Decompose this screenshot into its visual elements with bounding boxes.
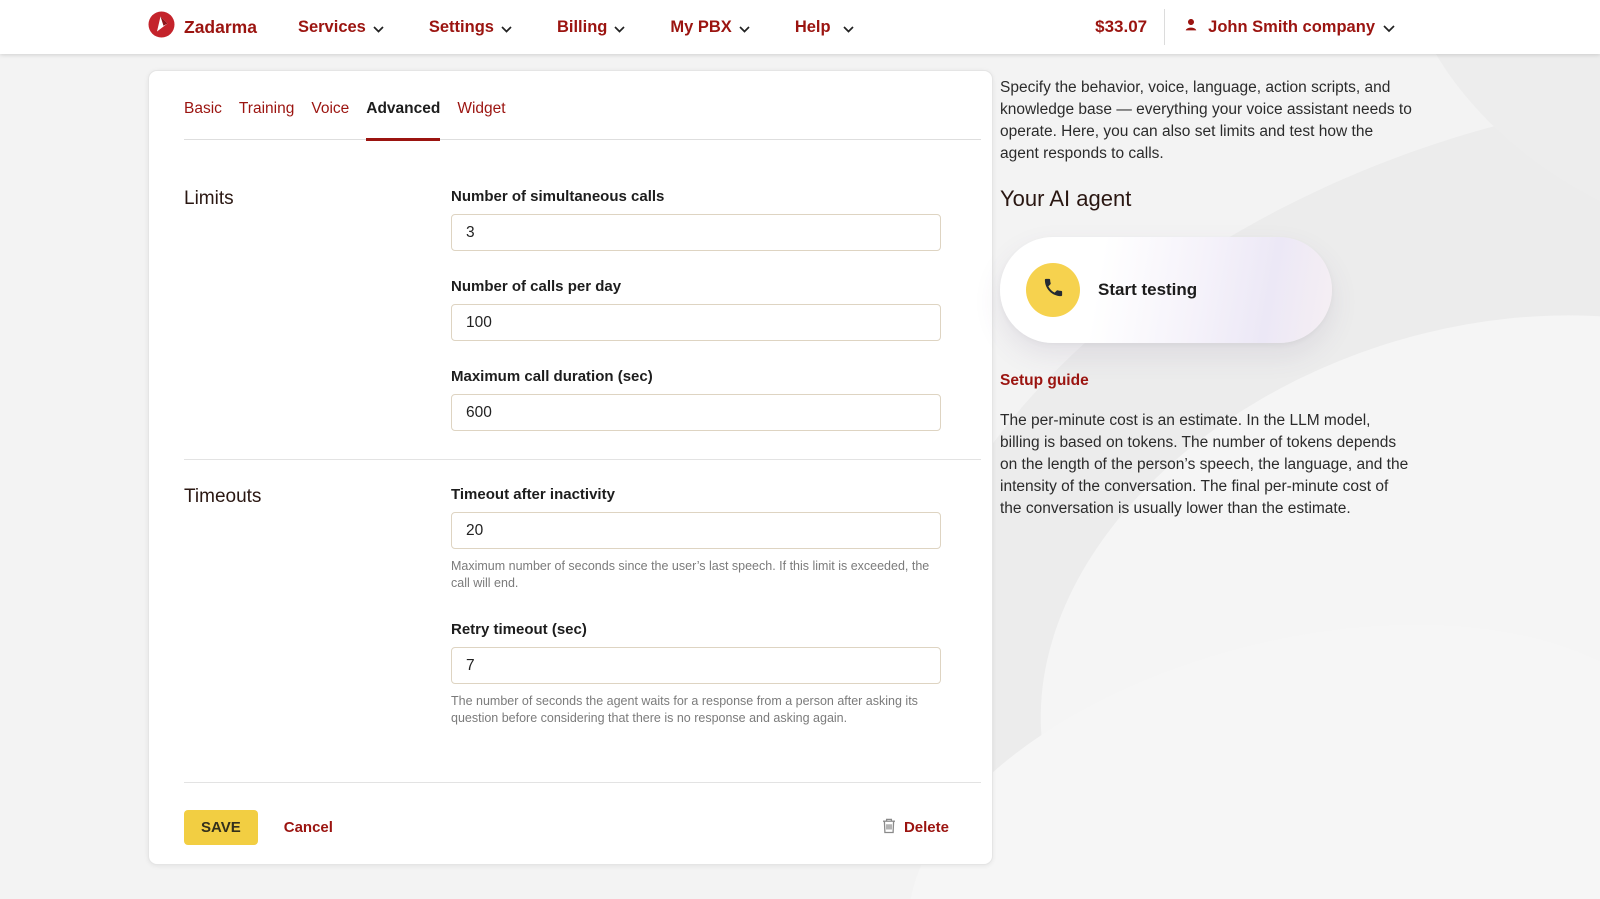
retry-timeout-input[interactable]: [451, 647, 941, 684]
field-retry-timeout: Retry timeout (sec) The number of second…: [451, 621, 941, 726]
calls-per-day-input[interactable]: [451, 304, 941, 341]
tab-training[interactable]: Training: [239, 100, 294, 139]
limits-fields: Number of simultaneous calls Number of c…: [451, 188, 941, 431]
nav-item-my-pbx[interactable]: My PBX: [670, 17, 750, 38]
chevron-down-icon: [614, 19, 625, 38]
field-helper-text: The number of seconds the agent waits fo…: [451, 694, 918, 725]
save-button[interactable]: SAVE: [184, 810, 258, 845]
info-sidebar: Specify the behavior, voice, language, a…: [1000, 77, 1412, 520]
nav-label: Billing: [556, 17, 608, 36]
field-calls-per-day: Number of calls per day: [451, 278, 941, 341]
header-divider: [1164, 9, 1166, 45]
tab-voice[interactable]: Voice: [311, 100, 349, 139]
field-label: Number of simultaneous calls: [451, 188, 665, 205]
tab-widget[interactable]: Widget: [457, 100, 505, 139]
user-menu[interactable]: John Smith company: [1182, 16, 1395, 39]
start-testing-label: Start testing: [1098, 280, 1198, 299]
field-label: Maximum call duration (sec): [451, 368, 653, 385]
nav-label: Services: [297, 17, 366, 36]
agent-settings-card: Basic Training Voice Advanced Widget Lim…: [148, 70, 993, 865]
start-testing-button[interactable]: Start testing: [1000, 237, 1332, 343]
cancel-button[interactable]: Cancel: [284, 819, 333, 836]
field-max-call-duration: Maximum call duration (sec): [451, 368, 941, 431]
header-right-group: $33.07 John Smith company: [1095, 9, 1395, 45]
section-title-limits: Limits: [184, 188, 234, 209]
person-icon: [1182, 16, 1200, 39]
limits-section: Limits Number of simultaneous calls Numb…: [184, 140, 981, 459]
chevron-down-icon: [739, 19, 750, 38]
simultaneous-calls-input[interactable]: [451, 214, 941, 251]
agent-tabs: Basic Training Voice Advanced Widget: [184, 71, 981, 141]
phone-circle: [1026, 263, 1080, 317]
delete-button[interactable]: Delete: [881, 817, 949, 838]
sidebar-heading: Your AI agent: [1000, 186, 1132, 211]
max-call-duration-input[interactable]: [451, 394, 941, 431]
inactivity-timeout-input[interactable]: [451, 512, 941, 549]
nav-label: Help: [794, 17, 831, 36]
user-name: John Smith company: [1208, 17, 1375, 36]
field-simultaneous-calls: Number of simultaneous calls: [451, 188, 941, 251]
timeouts-fields: Timeout after inactivity Maximum number …: [451, 486, 941, 726]
delete-label: Delete: [903, 819, 949, 836]
chevron-down-icon: [373, 19, 384, 38]
main-nav: Services Settings Billing My PBX Help: [298, 17, 854, 38]
phone-icon: [1042, 276, 1065, 304]
timeouts-section: Timeouts Timeout after inactivity Maximu…: [184, 460, 981, 782]
chevron-down-icon: [842, 19, 854, 38]
field-label: Timeout after inactivity: [451, 486, 615, 503]
trash-icon: [881, 817, 897, 838]
field-label: Number of calls per day: [451, 278, 622, 295]
nav-item-settings[interactable]: Settings: [429, 17, 512, 38]
nav-item-help[interactable]: Help: [795, 17, 854, 38]
tab-advanced[interactable]: Advanced: [366, 100, 441, 141]
section-title-timeouts: Timeouts: [184, 486, 262, 507]
nav-item-billing[interactable]: Billing: [557, 17, 625, 38]
tab-basic[interactable]: Basic: [184, 100, 222, 139]
field-inactivity-timeout: Timeout after inactivity Maximum number …: [451, 486, 941, 591]
nav-label: My PBX: [670, 17, 732, 36]
setup-guide-link[interactable]: Setup guide: [1000, 372, 1412, 390]
sidebar-intro-text: Specify the behavior, voice, language, a…: [1000, 79, 1412, 162]
cost-estimate-note: The per-minute cost is an estimate. In t…: [1000, 412, 1409, 517]
chevron-down-icon: [501, 19, 512, 38]
brand-name: Zadarma: [184, 16, 257, 37]
nav-item-services[interactable]: Services: [298, 17, 384, 38]
nav-label: Settings: [428, 17, 494, 36]
brand-logo[interactable]: Zadarma: [148, 11, 257, 43]
top-navbar: Zadarma Services Settings Billing My PBX: [0, 0, 1600, 54]
account-balance[interactable]: $33.07: [1095, 17, 1147, 37]
zadarma-logo-icon: [148, 11, 175, 43]
form-actions: SAVE Cancel Delete: [184, 783, 981, 845]
chevron-down-icon: [1383, 19, 1395, 38]
field-helper-text: Maximum number of seconds since the user…: [451, 559, 930, 590]
field-label: Retry timeout (sec): [451, 621, 587, 638]
